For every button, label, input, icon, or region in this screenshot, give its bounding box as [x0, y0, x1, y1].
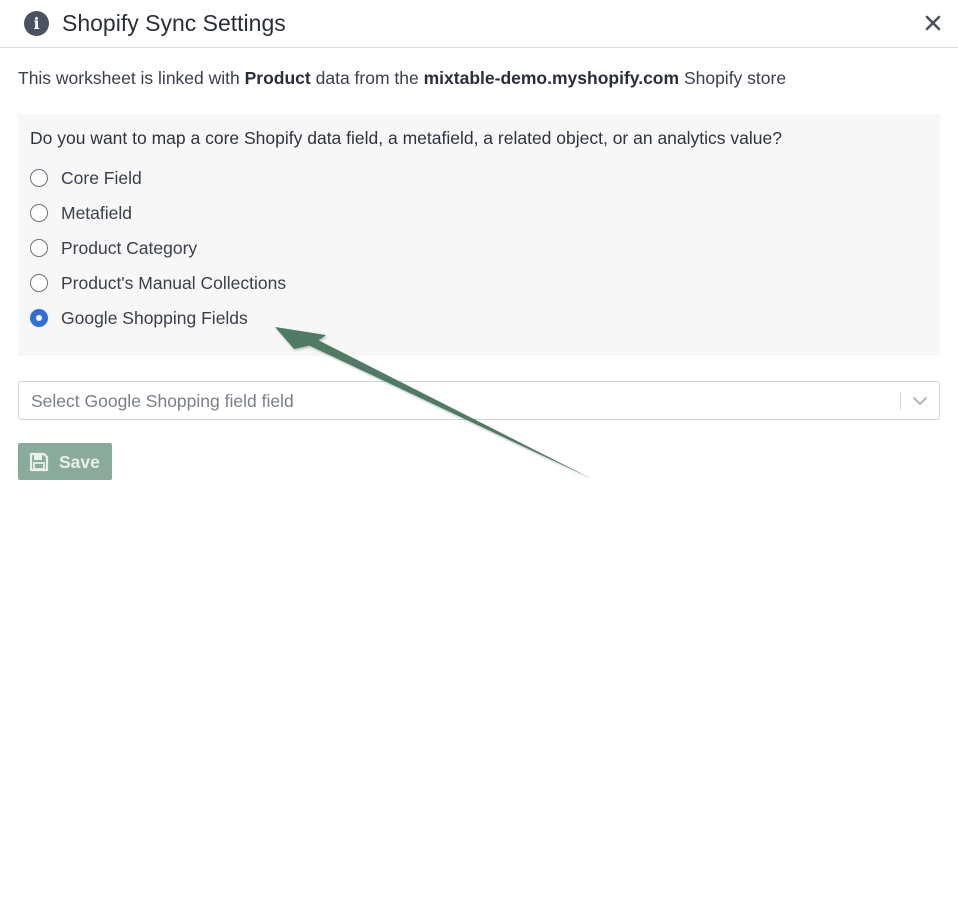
option-label: Core Field	[61, 168, 142, 188]
store-domain: mixtable-demo.myshopify.com	[423, 68, 680, 88]
intro-prefix: This worksheet is linked with	[18, 68, 240, 88]
linked-object-name: Product	[244, 68, 311, 88]
chevron-down-icon[interactable]	[911, 393, 929, 409]
close-button[interactable]	[922, 11, 944, 35]
option-label: Product's Manual Collections	[61, 273, 287, 293]
dialog-header: i Shopify Sync Settings	[0, 0, 958, 48]
radio-core-field[interactable]	[30, 169, 48, 187]
worksheet-link-description: This worksheet is linked with Product da…	[18, 66, 786, 90]
select-placeholder: Select Google Shopping field field	[31, 391, 294, 411]
option-manual-collections[interactable]: Product's Manual Collections	[30, 271, 286, 295]
floppy-disk-icon	[29, 452, 49, 471]
option-label: Metafield	[61, 203, 133, 223]
option-core-field[interactable]: Core Field	[30, 166, 142, 190]
option-google-shopping-fields[interactable]: Google Shopping Fields	[30, 306, 248, 330]
google-shopping-field-select[interactable]: Select Google Shopping field field	[18, 381, 940, 420]
radio-metafield[interactable]	[30, 204, 48, 222]
info-icon: i	[24, 11, 49, 36]
close-icon	[925, 15, 941, 31]
radio-google-shopping-fields[interactable]	[30, 309, 48, 327]
shopify-sync-settings-dialog: i Shopify Sync Settings This worksheet i…	[0, 0, 958, 919]
save-button-label: Save	[59, 451, 100, 472]
option-label: Google Shopping Fields	[61, 308, 248, 328]
option-label: Product Category	[61, 238, 198, 258]
option-product-category[interactable]: Product Category	[30, 236, 197, 260]
save-button[interactable]: Save	[18, 443, 112, 480]
mapping-type-panel: Do you want to map a core Shopify data f…	[18, 114, 940, 356]
option-metafield[interactable]: Metafield	[30, 201, 132, 225]
radio-manual-collections[interactable]	[30, 274, 48, 292]
mapping-question: Do you want to map a core Shopify data f…	[30, 128, 782, 148]
intro-suffix: Shopify store	[683, 68, 787, 88]
radio-product-category[interactable]	[30, 239, 48, 257]
intro-middle: data from the	[315, 68, 419, 88]
dialog-title: Shopify Sync Settings	[62, 10, 286, 36]
select-separator	[900, 392, 901, 410]
